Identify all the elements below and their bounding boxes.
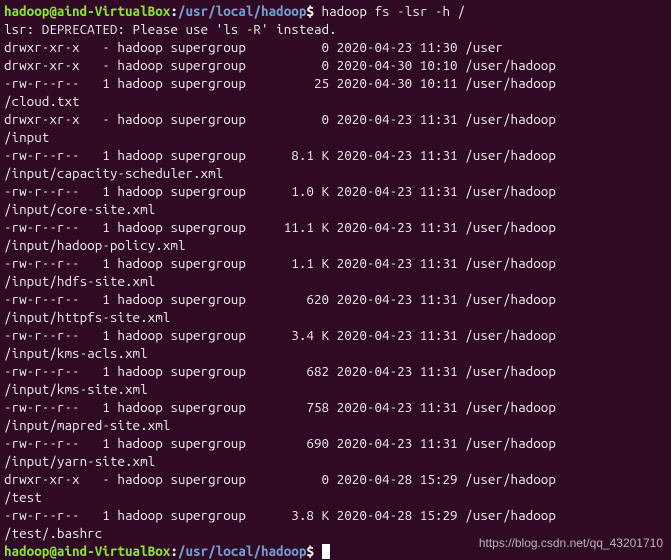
list-item-wrap: /input/kms-site.xml xyxy=(4,380,667,398)
prompt-colon: : xyxy=(170,543,178,559)
prompt-line-1: hadoop@aind-VirtualBox:/usr/local/hadoop… xyxy=(4,2,667,20)
list-item: -rw-r--r-- 1 hadoop supergroup 1.1 K 202… xyxy=(4,254,667,272)
list-item-wrap: /cloud.txt xyxy=(4,92,667,110)
list-item: -rw-r--r-- 1 hadoop supergroup 3.8 K 202… xyxy=(4,506,667,524)
prompt-path: /usr/local/hadoop xyxy=(178,3,307,19)
list-item: -rw-r--r-- 1 hadoop supergroup 690 2020-… xyxy=(4,434,667,452)
deprecated-warning: lsr: DEPRECATED: Please use 'ls -R' inst… xyxy=(4,20,667,38)
list-item-wrap: /input/mapred-site.xml xyxy=(4,416,667,434)
list-item: -rw-r--r-- 1 hadoop supergroup 11.1 K 20… xyxy=(4,218,667,236)
prompt-colon: : xyxy=(170,3,178,19)
terminal-output[interactable]: hadoop@aind-VirtualBox:/usr/local/hadoop… xyxy=(4,2,667,560)
list-item: -rw-r--r-- 1 hadoop supergroup 620 2020-… xyxy=(4,290,667,308)
list-item: -rw-r--r-- 1 hadoop supergroup 1.0 K 202… xyxy=(4,182,667,200)
list-item: -rw-r--r-- 1 hadoop supergroup 758 2020-… xyxy=(4,398,667,416)
list-item-wrap: /input/yarn-site.xml xyxy=(4,452,667,470)
list-item-wrap: /input/capacity-scheduler.xml xyxy=(4,164,667,182)
list-item: drwxr-xr-x - hadoop supergroup 0 2020-04… xyxy=(4,110,667,128)
list-item-wrap: /input/hadoop-policy.xml xyxy=(4,236,667,254)
list-item: drwxr-xr-x - hadoop supergroup 0 2020-04… xyxy=(4,38,667,56)
list-item: drwxr-xr-x - hadoop supergroup 0 2020-04… xyxy=(4,470,667,488)
command-text: hadoop fs -lsr -h / xyxy=(314,3,465,19)
list-item-wrap: /input/httpfs-site.xml xyxy=(4,308,667,326)
list-item-wrap: /input/core-site.xml xyxy=(4,200,667,218)
list-item-wrap: /input xyxy=(4,128,667,146)
file-listing: drwxr-xr-x - hadoop supergroup 0 2020-04… xyxy=(4,38,667,542)
prompt-path: /usr/local/hadoop xyxy=(178,543,307,559)
list-item: -rw-r--r-- 1 hadoop supergroup 25 2020-0… xyxy=(4,74,667,92)
list-item: -rw-r--r-- 1 hadoop supergroup 8.1 K 202… xyxy=(4,146,667,164)
prompt-user: hadoop@aind-VirtualBox xyxy=(4,543,170,559)
list-item-wrap: /input/kms-acls.xml xyxy=(4,344,667,362)
list-item: -rw-r--r-- 1 hadoop supergroup 3.4 K 202… xyxy=(4,326,667,344)
list-item: drwxr-xr-x - hadoop supergroup 0 2020-04… xyxy=(4,56,667,74)
cursor xyxy=(322,544,330,559)
list-item: -rw-r--r-- 1 hadoop supergroup 682 2020-… xyxy=(4,362,667,380)
list-item-wrap: /input/hdfs-site.xml xyxy=(4,272,667,290)
prompt-dollar: $ xyxy=(306,543,314,559)
prompt-dollar: $ xyxy=(306,3,314,19)
prompt-user: hadoop@aind-VirtualBox xyxy=(4,3,170,19)
list-item-wrap: /test xyxy=(4,488,667,506)
watermark: https://blog.csdn.net/qq_43201710 xyxy=(479,534,663,552)
